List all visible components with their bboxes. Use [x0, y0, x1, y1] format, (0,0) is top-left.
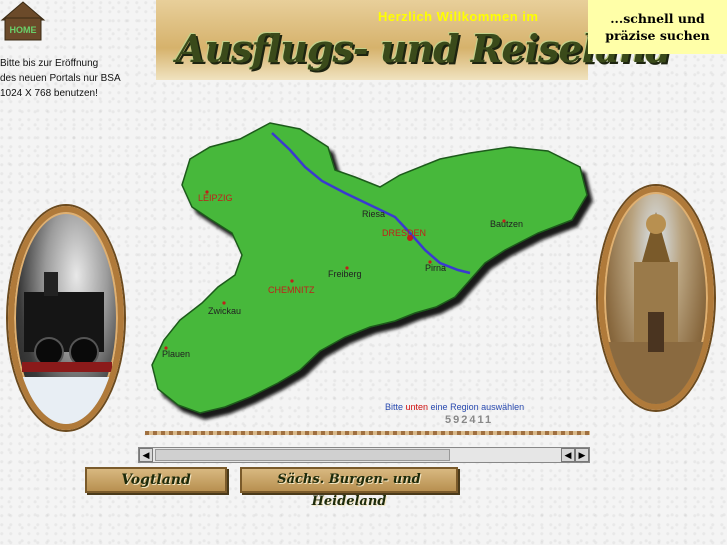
search-line-1: ...schnell und	[610, 11, 705, 26]
scroll-left-button-2[interactable]: ◀	[561, 448, 575, 462]
arrow-left-icon: ◀	[564, 450, 572, 460]
city-chemnitz[interactable]: CHEMNITZ	[268, 285, 315, 295]
city-freiberg[interactable]: Freiberg	[328, 269, 362, 279]
saxony-region-map[interactable]: LEIPZIG Riesa DRESDEN Bautzen Pirna Frei…	[140, 115, 595, 425]
scroll-left-button[interactable]: ◀	[139, 448, 153, 462]
notice-line-3: 1024 X 768 benutzen!	[0, 88, 98, 99]
scroll-thumb[interactable]	[155, 449, 450, 461]
prompt-highlight: unten	[405, 402, 429, 412]
city-bautzen[interactable]: Bautzen	[490, 219, 523, 229]
zwinger-palace-image	[598, 186, 714, 410]
notice-line-1: Bitte bis zur Eröffnung	[0, 58, 99, 69]
arrow-right-icon: ▶	[578, 450, 586, 460]
city-plauen[interactable]: Plauen	[162, 349, 190, 359]
city-riesa[interactable]: Riesa	[362, 209, 385, 219]
arrow-left-icon: ◀	[142, 450, 150, 460]
city-pirna[interactable]: Pirna	[425, 263, 446, 273]
resolution-notice: Bitte bis zur Eröffnung des neuen Portal…	[0, 56, 140, 101]
saxony-outline[interactable]	[151, 122, 588, 414]
prompt-pre: Bitte	[385, 402, 406, 412]
home-icon: HOME	[0, 1, 46, 41]
region-select-prompt: Bitte unten eine Region auswählen	[385, 402, 524, 412]
home-button[interactable]: HOME	[0, 0, 46, 42]
prompt-post: eine Region auswählen	[428, 402, 525, 412]
city-zwickau[interactable]: Zwickau	[208, 306, 241, 316]
locomotive-picture	[14, 272, 118, 424]
notice-line-2: des neuen Portals nur BSA	[0, 73, 121, 84]
header-banner: Herzlich Willkommen im Ausflugs- und Rei…	[156, 0, 672, 80]
scroll-right-button[interactable]: ▶	[575, 448, 589, 462]
city-leipzig[interactable]: LEIPZIG	[198, 193, 233, 203]
welcome-text: Herzlich Willkommen im	[378, 9, 539, 24]
home-label: HOME	[10, 25, 37, 35]
visitor-counter: 592411	[445, 414, 494, 426]
search-line-2: präzise suchen	[605, 28, 710, 43]
city-dresden[interactable]: DRESDEN	[382, 228, 426, 238]
region-button-vogtland[interactable]: Vogtland	[85, 467, 227, 493]
rope-divider	[145, 431, 590, 435]
palace-picture	[604, 212, 708, 404]
quick-search-link[interactable]: ...schnell und präzise suchen	[588, 0, 727, 54]
steam-train-image	[8, 206, 124, 430]
region-button-burgen-heideland[interactable]: Sächs. Burgen- und Heideland	[240, 467, 458, 509]
horizontal-scrollbar[interactable]: ◀ ◀ ▶	[138, 447, 590, 463]
